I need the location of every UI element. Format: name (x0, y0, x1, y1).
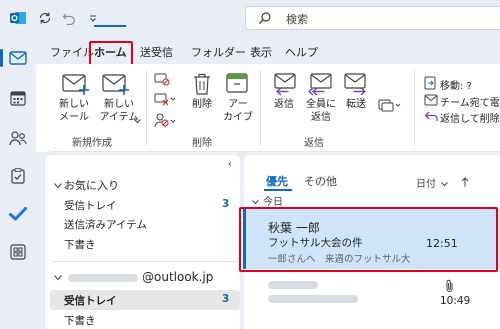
move-to-icon[interactable] (424, 76, 436, 93)
apps-icon[interactable] (6, 240, 30, 264)
tasks-icon[interactable] (6, 164, 30, 188)
collapse-folder-pane-icon[interactable]: ‹ (228, 159, 232, 170)
more-respond-icon[interactable] (378, 98, 402, 115)
highlight-box-message (239, 207, 498, 272)
folder-drafts-favorite[interactable]: 下書き (64, 237, 96, 252)
delete-button[interactable]: 削除 (186, 98, 218, 111)
ribbon-divider (260, 70, 261, 146)
ribbon-divider (146, 70, 147, 146)
tab-view[interactable]: 表示 (250, 44, 272, 60)
app-rail (0, 36, 36, 329)
trash-icon[interactable] (192, 72, 212, 99)
reply-delete-icon[interactable] (424, 110, 438, 125)
redacted-sender (268, 281, 318, 289)
sort-label: 日付 (416, 179, 436, 190)
reply-all-icon[interactable] (307, 72, 334, 99)
archive-icon[interactable] (226, 72, 248, 99)
chevron-down-icon[interactable] (134, 114, 141, 127)
folder-inbox-favorite[interactable]: 受信トレイ (64, 198, 117, 213)
folder-divider (52, 261, 238, 262)
folder-sent-items[interactable]: 送信済みアイテム (64, 217, 147, 232)
forward-button[interactable]: 転送 (340, 98, 372, 111)
new-mail-icon[interactable] (62, 72, 90, 99)
redacted-subject (268, 295, 358, 303)
quick-step-move-to[interactable]: 移動: ? (440, 77, 472, 92)
rail-active-indicator (0, 49, 3, 67)
folder-pane: ‹ お気に入り 受信トレイ 3 送信済みアイテム 下書き @outlook.jp… (46, 155, 240, 329)
reply-all-button[interactable]: 全員に 返信 (302, 98, 340, 124)
tab-send-receive[interactable]: 送受信 (140, 44, 173, 60)
outlook-app-icon (10, 11, 26, 28)
account-header[interactable] (54, 271, 64, 284)
group-header-today[interactable]: 今日 (252, 193, 283, 208)
archive-button[interactable]: アー カイブ (222, 98, 254, 124)
calendar-icon[interactable] (6, 86, 30, 110)
group-label-delete: 削除 (192, 138, 212, 149)
tab-help[interactable]: ヘルプ (285, 44, 318, 60)
inbox-unread-count: 3 (222, 198, 230, 210)
favorites-header[interactable]: お気に入り (54, 177, 119, 193)
search-placeholder: 検索 (286, 13, 308, 26)
group-label-new: 新規作成 (72, 138, 112, 149)
message-time: 10:49 (440, 295, 471, 307)
message-row[interactable] (244, 273, 500, 313)
quick-step-reply-delete[interactable]: 返信して削除 (440, 110, 500, 125)
ribbon: 新しい メール 新しい アイテム 新規作成 削除 アー カイブ 削除 返信 全員… (46, 64, 500, 152)
new-mail-button[interactable]: 新しい メール (56, 98, 92, 124)
inbox-unread-count: 3 (222, 293, 230, 305)
forward-icon[interactable] (344, 72, 370, 99)
tab-file[interactable]: ファイル (50, 44, 94, 60)
redacted-account-name (68, 274, 138, 282)
attachment-icon (446, 279, 454, 296)
account-domain: @outlook.jp (142, 270, 214, 284)
reply-icon[interactable] (272, 72, 298, 99)
search-box[interactable]: 検索 (245, 6, 500, 30)
team-email-icon[interactable] (424, 94, 438, 109)
tab-focused[interactable]: 優先 (266, 173, 288, 189)
chevron-down-icon (441, 179, 449, 190)
sort-button[interactable]: 日付 (416, 175, 469, 190)
tab-folder[interactable]: フォルダー (191, 44, 246, 60)
chevron-down-icon (54, 179, 62, 192)
title-bar: 検索 (0, 0, 500, 36)
active-tab-underline (264, 189, 292, 191)
quick-step-team-email[interactable]: チーム宛て電子 (440, 94, 500, 109)
ignore-icon[interactable] (154, 72, 170, 89)
reply-button[interactable]: 返信 (268, 98, 300, 111)
sync-icon[interactable] (38, 11, 52, 28)
people-icon[interactable] (6, 126, 30, 150)
todo-check-icon[interactable] (6, 202, 30, 226)
search-icon (258, 11, 272, 28)
chevron-down-icon (54, 271, 62, 284)
folder-inbox[interactable]: 受信トレイ (64, 293, 117, 308)
active-tab-underline (94, 25, 126, 27)
new-item-icon[interactable] (102, 72, 130, 99)
undo-icon[interactable] (62, 11, 76, 28)
highlight-box-home-tab (89, 41, 133, 66)
ribbon-divider (414, 70, 415, 146)
junk-icon[interactable] (154, 112, 176, 131)
cleanup-icon[interactable] (154, 92, 176, 109)
favorites-header-label: お気に入り (64, 179, 119, 192)
tab-other[interactable]: その他 (304, 173, 337, 189)
arrow-up-icon[interactable] (461, 177, 469, 190)
folder-drafts[interactable]: 下書き (64, 313, 96, 328)
mail-icon[interactable] (6, 46, 30, 70)
group-label-respond: 返信 (304, 138, 324, 149)
